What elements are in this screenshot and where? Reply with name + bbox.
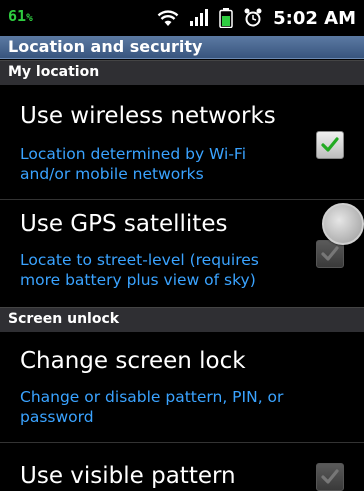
touch-indicator [322, 203, 364, 245]
status-icons: 5:02 AM [157, 6, 356, 30]
visible-pattern-checkbox[interactable] [316, 463, 344, 491]
check-icon [321, 246, 339, 261]
setting-use-gps-satellites[interactable]: Use GPS satellites Locate to street-leve… [0, 200, 364, 307]
signal-icon [190, 9, 209, 26]
setting-use-wireless-networks[interactable]: Use wireless networks Location determine… [0, 85, 364, 199]
clock-time: 5:02 AM [273, 7, 356, 29]
setting-summary: Locate to street-level (requires more ba… [20, 251, 259, 289]
setting-title: Change screen lock [20, 348, 246, 374]
alarm-icon [244, 8, 262, 27]
setting-title: Use GPS satellites [20, 211, 228, 237]
setting-title: Use wireless networks [20, 103, 276, 129]
check-icon [321, 469, 339, 484]
title-bar: Location and security [0, 36, 364, 59]
status-bar: 61% 5:02 AM [0, 0, 364, 36]
setting-use-visible-pattern[interactable]: Use visible pattern [0, 443, 364, 491]
section-label: My location [8, 64, 100, 80]
section-header-screen-unlock: Screen unlock [0, 307, 364, 332]
page-title: Location and security [8, 37, 203, 56]
wifi-icon [157, 10, 179, 26]
section-label: Screen unlock [8, 311, 120, 327]
setting-summary: Change or disable pattern, PIN, or passw… [20, 388, 284, 426]
wireless-networks-checkbox[interactable] [316, 131, 344, 159]
setting-title: Use visible pattern [20, 463, 236, 489]
setting-summary: Location determined by Wi-Fi and/or mobi… [20, 145, 247, 183]
check-icon [321, 137, 339, 152]
section-header-my-location: My location [0, 60, 364, 85]
battery-icon [219, 8, 233, 28]
battery-percent: 61% [8, 7, 33, 25]
setting-change-screen-lock[interactable]: Change screen lock Change or disable pat… [0, 332, 364, 442]
